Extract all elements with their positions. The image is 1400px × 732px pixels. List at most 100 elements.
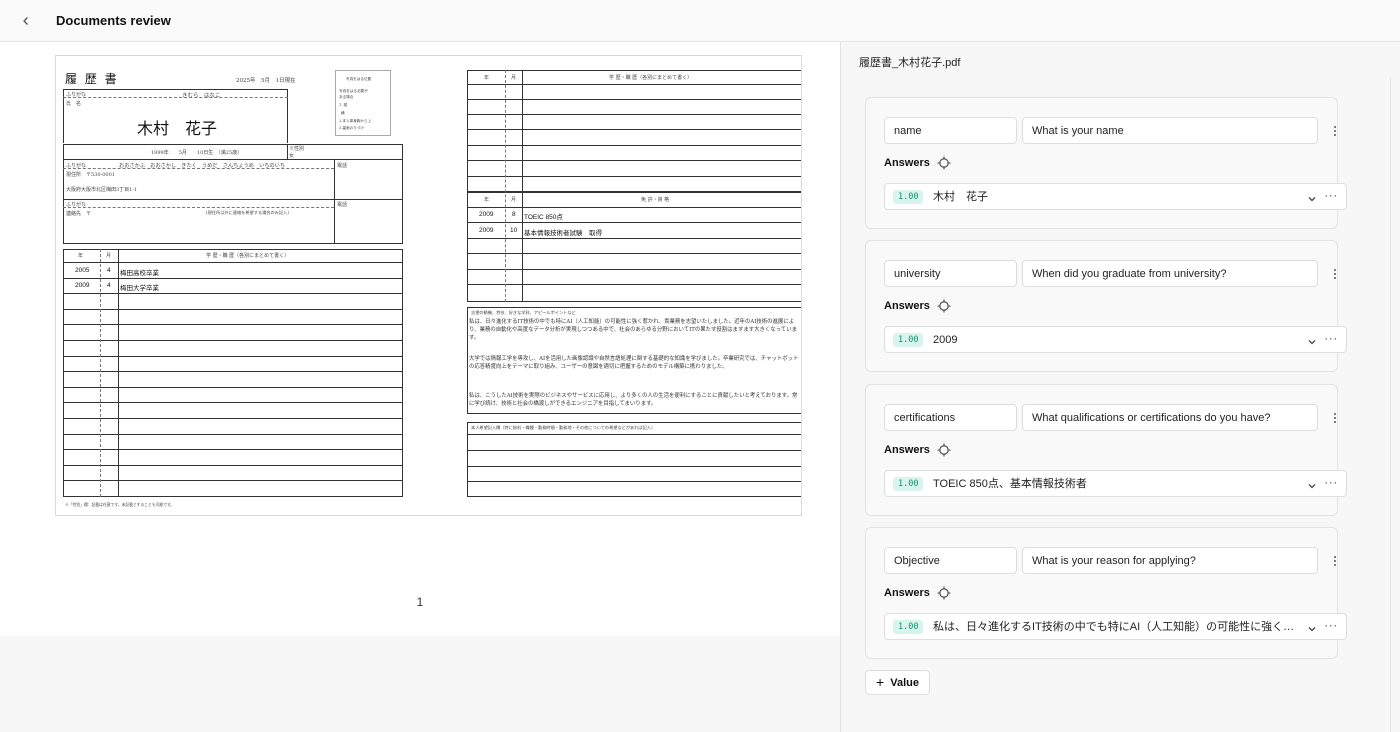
- table-row-rule: [467, 222, 801, 223]
- table-row-rule: [63, 371, 403, 372]
- year-header: 年: [484, 197, 490, 203]
- motivation-paragraph: 大学では情報工学を専攻し、AIを活用した画像認識や自然言語処理に関する基礎的な知…: [469, 356, 799, 370]
- photo-note-line: 1. 縦: [339, 103, 348, 107]
- chevron-down-icon[interactable]: [1306, 622, 1318, 634]
- contact-label: 連絡先 〒: [66, 211, 92, 217]
- address-line: 現住所 〒530-0001: [66, 172, 115, 178]
- license-header: 免 許・資 格: [641, 197, 670, 203]
- rule: [334, 159, 403, 160]
- table-row-rule: [467, 284, 801, 285]
- table-row-rule: [467, 481, 801, 482]
- education-year: 2005: [75, 267, 90, 274]
- table-row-rule: [467, 434, 801, 435]
- add-value-label: Value: [890, 676, 919, 689]
- extraction-panel: 履歴書_木村花子.pdf name What is your name Answ…: [841, 42, 1400, 732]
- photo-note-line: 横: [341, 111, 345, 115]
- field-key-input[interactable]: Objective: [884, 547, 1017, 574]
- confidence-badge: 1.00: [893, 620, 924, 634]
- education-table: [63, 249, 403, 497]
- kebab-menu-icon[interactable]: [1328, 553, 1342, 569]
- back-chevron-icon[interactable]: [18, 13, 34, 29]
- table-row-rule: [63, 387, 403, 388]
- field-card-certifications: certifications What qualifications or ce…: [865, 384, 1347, 516]
- dashed-divider: [63, 207, 334, 208]
- license-text: TOEIC 850点: [524, 214, 563, 221]
- table-row-rule: [63, 449, 403, 450]
- table-row-rule: [467, 253, 801, 254]
- answer-value: 木村 花子: [933, 191, 988, 203]
- panel-scrollbar[interactable]: [1390, 78, 1391, 732]
- kebab-menu-icon[interactable]: [1328, 266, 1342, 282]
- locate-crosshair-icon[interactable]: [937, 586, 951, 600]
- table-row-rule: [63, 309, 403, 310]
- rule: [287, 144, 288, 159]
- table-row-rule: [63, 262, 403, 263]
- address-line: 大阪府大阪市北区梅田3丁目1-1: [66, 187, 138, 193]
- table-row-rule: [63, 356, 403, 357]
- answer-value: 私は、日々進化するIT技術の中でも特にAI（人工知能）の可能性に強く惹かれ、貴業…: [933, 621, 1298, 633]
- table-row-rule: [467, 207, 801, 208]
- month-column-rule: [100, 249, 101, 497]
- photo-note-line: ある場合: [339, 95, 354, 99]
- license-year: 2009: [479, 211, 494, 218]
- chevron-down-icon[interactable]: [1306, 335, 1318, 347]
- photo-note-line: 3.裏面のりづけ: [339, 126, 364, 130]
- field-question-input[interactable]: What is your reason for applying?: [1022, 547, 1318, 574]
- field-question-input[interactable]: What qualifications or certifications do…: [1022, 404, 1318, 431]
- education-month: 4: [107, 282, 111, 289]
- more-horizontal-icon[interactable]: ···: [1323, 476, 1339, 490]
- locate-crosshair-icon[interactable]: [937, 156, 951, 170]
- field-card-objective: Objective What is your reason for applyi…: [865, 527, 1347, 659]
- photo-note-line: 写真をはる位置: [346, 77, 372, 81]
- phone-label: 電話: [337, 163, 348, 169]
- request-label: 本人希望記入欄（特に給料・職種・勤務時間・勤務地・その他についての希望などがあれ…: [471, 425, 656, 430]
- add-value-button[interactable]: + Value: [865, 670, 930, 695]
- answer-row[interactable]: 1.00 木村 花子 ···: [884, 183, 1347, 210]
- more-horizontal-icon[interactable]: ···: [1323, 332, 1339, 346]
- text-column-rule: [522, 70, 523, 302]
- license-month: 10: [510, 227, 518, 234]
- table-row-rule: [467, 176, 801, 177]
- file-name: 履歴書_木村花子.pdf: [859, 57, 961, 69]
- contact-phone-label: 電話: [337, 202, 348, 208]
- field-key-input[interactable]: certifications: [884, 404, 1017, 431]
- confidence-badge: 1.00: [893, 190, 924, 204]
- answer-row[interactable]: 1.00 2009 ···: [884, 326, 1347, 353]
- locate-crosshair-icon[interactable]: [937, 299, 951, 313]
- history-header: 学 歴・職 歴（各別にまとめて書く）: [206, 253, 290, 259]
- field-question-input[interactable]: What is your name: [1022, 117, 1318, 144]
- rule: [334, 159, 335, 244]
- resume-title: 履 歴 書: [65, 72, 119, 86]
- motivation-paragraph: 私は、日々進化するIT技術の中でも特にAI（人工知能）の可能性に強く惹かれ、貴業…: [469, 319, 797, 341]
- answer-value: TOEIC 850点、基本情報技術者: [933, 478, 1087, 490]
- contact-note: (現住所以外に連絡を希望する場合のみ記入): [206, 210, 289, 215]
- table-row-rule: [63, 480, 403, 481]
- table-row-rule: [467, 84, 801, 85]
- rule: [63, 199, 403, 200]
- chevron-down-icon[interactable]: [1306, 192, 1318, 204]
- education-text: 梅田大学卒業: [120, 285, 159, 292]
- education-year: 2009: [75, 282, 90, 289]
- field-key-input[interactable]: university: [884, 260, 1017, 287]
- field-question-input[interactable]: When did you graduate from university?: [1022, 260, 1318, 287]
- confidence-badge: 1.00: [893, 477, 924, 491]
- table-row-rule: [467, 145, 801, 146]
- table-row-rule: [63, 465, 403, 466]
- page-number: 1: [416, 595, 424, 609]
- kebab-menu-icon[interactable]: [1328, 410, 1342, 426]
- table-row-rule: [63, 340, 403, 341]
- answer-row[interactable]: 1.00 TOEIC 850点、基本情報技術者 ···: [884, 470, 1347, 497]
- confidence-badge: 1.00: [893, 333, 924, 347]
- plus-icon: +: [876, 674, 885, 690]
- more-horizontal-icon[interactable]: ···: [1323, 619, 1339, 633]
- answer-row[interactable]: 1.00 私は、日々進化するIT技術の中でも特にAI（人工知能）の可能性に強く惹…: [884, 613, 1347, 640]
- locate-crosshair-icon[interactable]: [937, 443, 951, 457]
- answers-label: Answers: [884, 444, 930, 456]
- more-horizontal-icon[interactable]: ···: [1323, 189, 1339, 203]
- name-label: 氏 名: [66, 101, 82, 107]
- page-title: Documents review: [56, 13, 171, 28]
- field-key-input[interactable]: name: [884, 117, 1017, 144]
- table-row-rule: [467, 99, 801, 100]
- chevron-down-icon[interactable]: [1306, 479, 1318, 491]
- kebab-menu-icon[interactable]: [1328, 123, 1342, 139]
